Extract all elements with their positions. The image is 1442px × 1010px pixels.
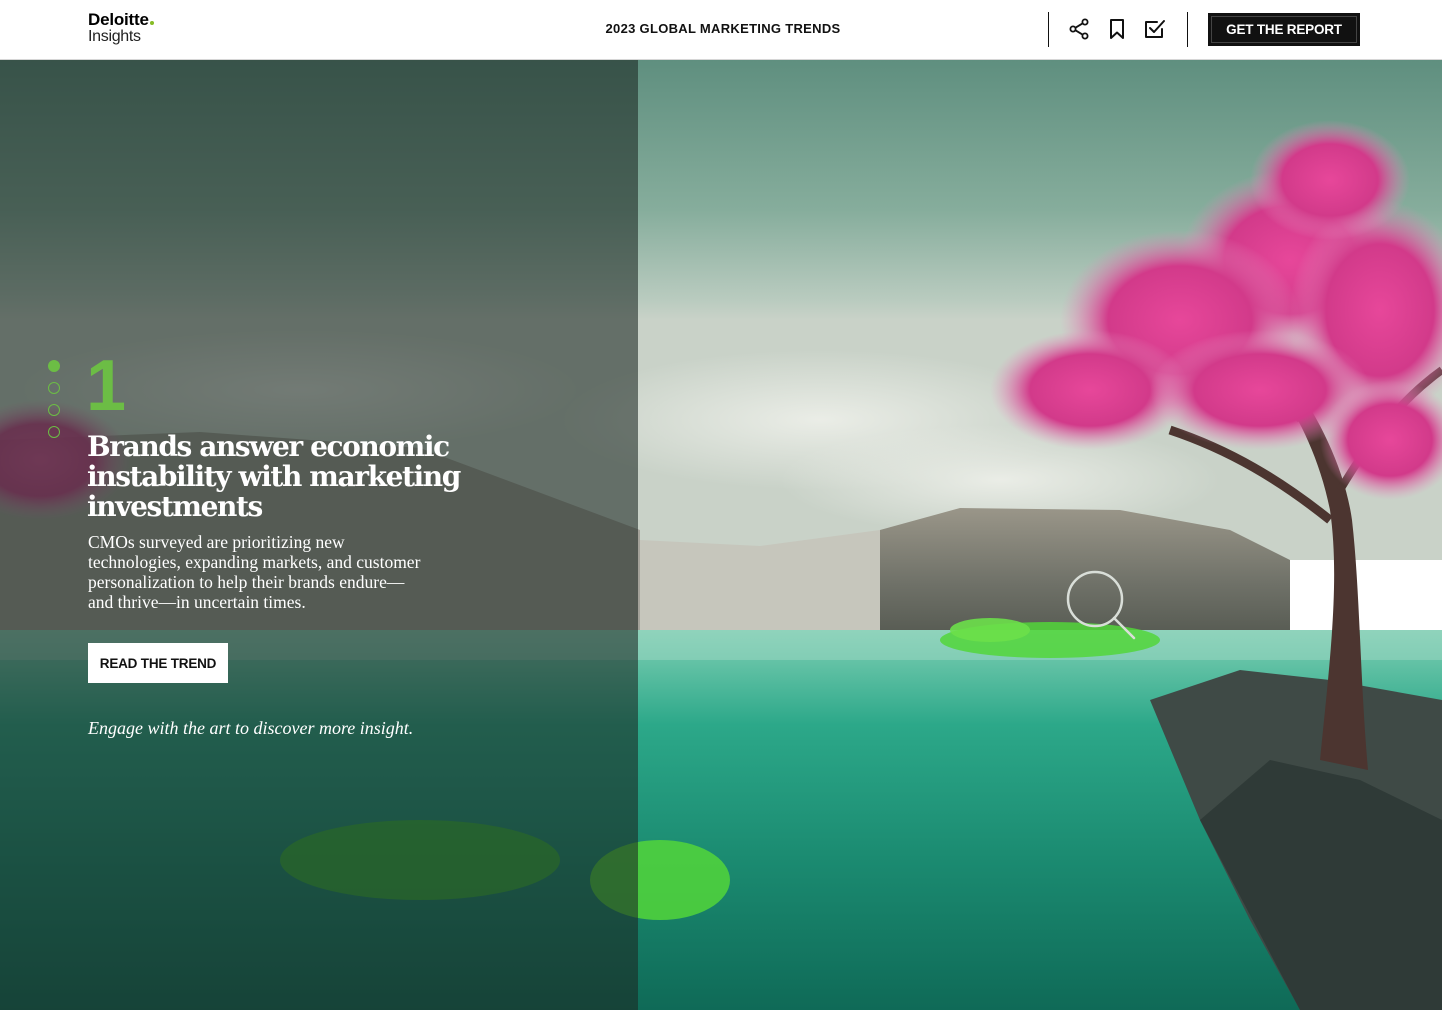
hero-section: 1 Brands answer economic instability wit… <box>0 60 1442 1010</box>
engage-hint: Engage with the art to discover more ins… <box>88 718 414 738</box>
checkbox-icon[interactable] <box>1143 17 1167 41</box>
pagination-dot-4[interactable] <box>48 426 60 438</box>
pagination-dot-1[interactable] <box>48 360 60 372</box>
pagination-dot-3[interactable] <box>48 404 60 416</box>
read-the-trend-button[interactable]: READ THE TREND <box>88 643 228 683</box>
pagination-dot-2[interactable] <box>48 382 60 394</box>
trend-description: CMOs surveyed are prioritizing new techn… <box>88 532 421 612</box>
header-divider-left <box>1048 12 1049 47</box>
magnifier-icon[interactable] <box>1062 566 1140 644</box>
top-header: Deloitte Insights 2023 GLOBAL MARKETING … <box>0 0 1442 60</box>
bookmark-icon[interactable] <box>1105 17 1129 41</box>
trend-title: Brands answer economic instability with … <box>87 430 461 523</box>
trend-pagination <box>48 360 62 448</box>
header-divider-right <box>1187 12 1188 47</box>
trend-number: 1 <box>86 346 126 426</box>
get-the-report-button[interactable]: GET THE REPORT <box>1208 13 1360 46</box>
share-icon[interactable] <box>1067 17 1091 41</box>
